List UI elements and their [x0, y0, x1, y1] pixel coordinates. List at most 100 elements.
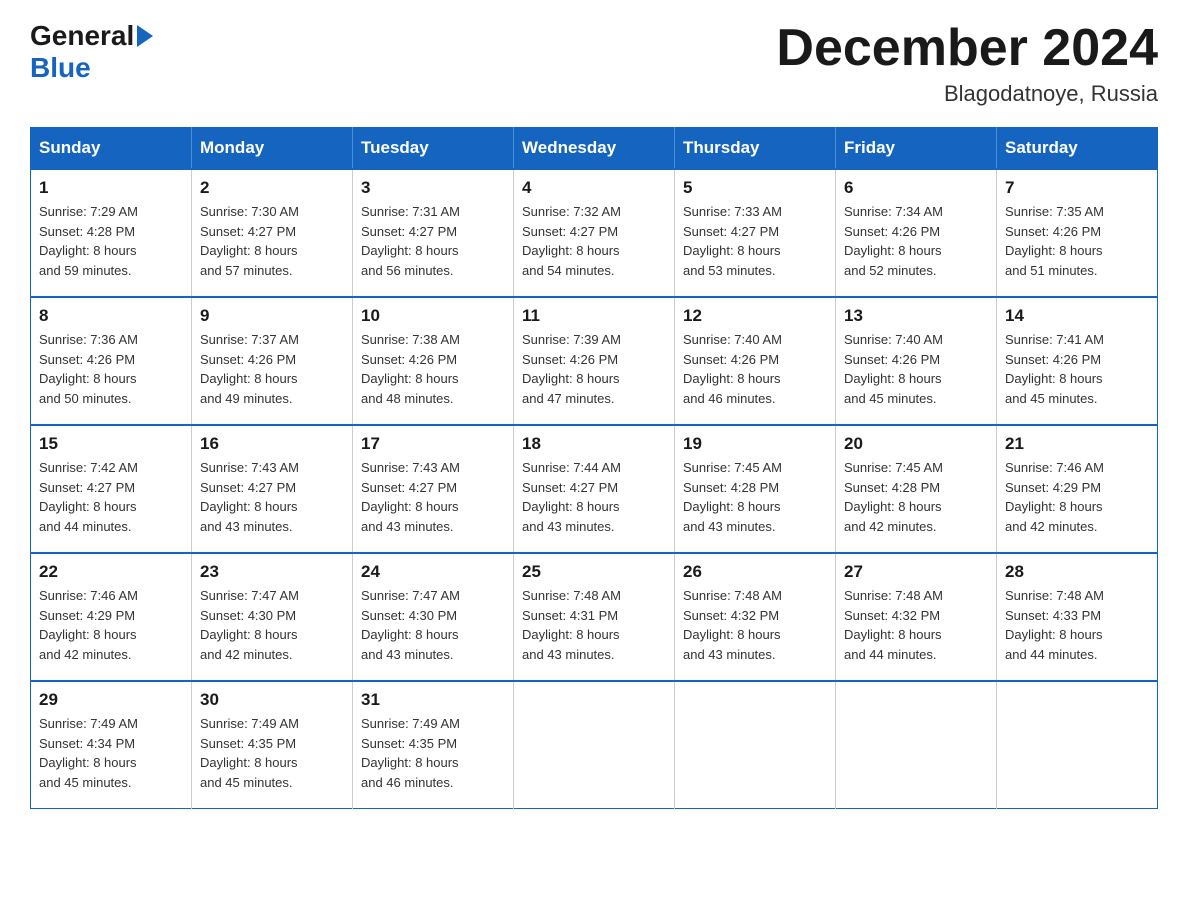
day-number: 14	[1005, 306, 1149, 326]
day-info: Sunrise: 7:30 AMSunset: 4:27 PMDaylight:…	[200, 202, 344, 280]
day-info: Sunrise: 7:47 AMSunset: 4:30 PMDaylight:…	[200, 586, 344, 664]
day-info: Sunrise: 7:47 AMSunset: 4:30 PMDaylight:…	[361, 586, 505, 664]
logo-arrow-icon	[137, 25, 153, 47]
day-info: Sunrise: 7:40 AMSunset: 4:26 PMDaylight:…	[683, 330, 827, 408]
calendar-week-1: 1Sunrise: 7:29 AMSunset: 4:28 PMDaylight…	[31, 169, 1158, 297]
calendar-cell: 10 Sunrise: 7:38 AMSunset: 4:26 PMDayligh…	[353, 297, 514, 425]
calendar-cell	[836, 681, 997, 809]
day-number: 10	[361, 306, 505, 326]
day-header-sunday: Sunday	[31, 128, 192, 170]
day-info: Sunrise: 7:43 AMSunset: 4:27 PMDaylight:…	[200, 458, 344, 536]
day-info: Sunrise: 7:49 AMSunset: 4:34 PMDaylight:…	[39, 714, 183, 792]
day-number: 3	[361, 178, 505, 198]
calendar-cell: 21 Sunrise: 7:46 AMSunset: 4:29 PMDayligh…	[997, 425, 1158, 553]
day-header-saturday: Saturday	[997, 128, 1158, 170]
day-info: Sunrise: 7:46 AMSunset: 4:29 PMDaylight:…	[39, 586, 183, 664]
day-number: 24	[361, 562, 505, 582]
day-info: Sunrise: 7:42 AMSunset: 4:27 PMDaylight:…	[39, 458, 183, 536]
day-info: Sunrise: 7:31 AMSunset: 4:27 PMDaylight:…	[361, 202, 505, 280]
day-number: 6	[844, 178, 988, 198]
day-number: 18	[522, 434, 666, 454]
day-header-thursday: Thursday	[675, 128, 836, 170]
day-info: Sunrise: 7:48 AMSunset: 4:32 PMDaylight:…	[844, 586, 988, 664]
day-number: 7	[1005, 178, 1149, 198]
calendar-cell: 8 Sunrise: 7:36 AMSunset: 4:26 PMDaylight…	[31, 297, 192, 425]
day-number: 28	[1005, 562, 1149, 582]
title-block: December 2024 Blagodatnoye, Russia	[776, 20, 1158, 107]
day-number: 11	[522, 306, 666, 326]
day-info: Sunrise: 7:38 AMSunset: 4:26 PMDaylight:…	[361, 330, 505, 408]
day-header-monday: Monday	[192, 128, 353, 170]
day-number: 21	[1005, 434, 1149, 454]
calendar-week-3: 15Sunrise: 7:42 AMSunset: 4:27 PMDayligh…	[31, 425, 1158, 553]
calendar-cell: 7Sunrise: 7:35 AMSunset: 4:26 PMDaylight…	[997, 169, 1158, 297]
calendar-cell: 2 Sunrise: 7:30 AMSunset: 4:27 PMDaylight…	[192, 169, 353, 297]
day-header-tuesday: Tuesday	[353, 128, 514, 170]
day-header-wednesday: Wednesday	[514, 128, 675, 170]
day-info: Sunrise: 7:39 AMSunset: 4:26 PMDaylight:…	[522, 330, 666, 408]
day-number: 20	[844, 434, 988, 454]
day-info: Sunrise: 7:45 AMSunset: 4:28 PMDaylight:…	[844, 458, 988, 536]
calendar-cell: 1Sunrise: 7:29 AMSunset: 4:28 PMDaylight…	[31, 169, 192, 297]
calendar-cell: 29Sunrise: 7:49 AMSunset: 4:34 PMDayligh…	[31, 681, 192, 809]
calendar-cell: 12 Sunrise: 7:40 AMSunset: 4:26 PMDayligh…	[675, 297, 836, 425]
logo: General Blue	[30, 20, 153, 84]
day-info: Sunrise: 7:40 AMSunset: 4:26 PMDaylight:…	[844, 330, 988, 408]
day-number: 5	[683, 178, 827, 198]
calendar-cell: 6 Sunrise: 7:34 AMSunset: 4:26 PMDaylight…	[836, 169, 997, 297]
day-info: Sunrise: 7:44 AMSunset: 4:27 PMDaylight:…	[522, 458, 666, 536]
calendar-cell: 18 Sunrise: 7:44 AMSunset: 4:27 PMDayligh…	[514, 425, 675, 553]
calendar-cell: 30Sunrise: 7:49 AMSunset: 4:35 PMDayligh…	[192, 681, 353, 809]
day-info: Sunrise: 7:46 AMSunset: 4:29 PMDaylight:…	[1005, 458, 1149, 536]
calendar-cell: 11 Sunrise: 7:39 AMSunset: 4:26 PMDayligh…	[514, 297, 675, 425]
logo-blue: Blue	[30, 52, 91, 84]
calendar-cell: 25Sunrise: 7:48 AMSunset: 4:31 PMDayligh…	[514, 553, 675, 681]
calendar-cell: 14 Sunrise: 7:41 AMSunset: 4:26 PMDayligh…	[997, 297, 1158, 425]
day-info: Sunrise: 7:34 AMSunset: 4:26 PMDaylight:…	[844, 202, 988, 280]
day-number: 2	[200, 178, 344, 198]
day-number: 4	[522, 178, 666, 198]
day-number: 25	[522, 562, 666, 582]
day-number: 8	[39, 306, 183, 326]
day-info: Sunrise: 7:41 AMSunset: 4:26 PMDaylight:…	[1005, 330, 1149, 408]
calendar-cell: 23 Sunrise: 7:47 AMSunset: 4:30 PMDayligh…	[192, 553, 353, 681]
day-number: 9	[200, 306, 344, 326]
calendar-week-2: 8 Sunrise: 7:36 AMSunset: 4:26 PMDaylight…	[31, 297, 1158, 425]
day-info: Sunrise: 7:45 AMSunset: 4:28 PMDaylight:…	[683, 458, 827, 536]
day-info: Sunrise: 7:36 AMSunset: 4:26 PMDaylight:…	[39, 330, 183, 408]
day-header-friday: Friday	[836, 128, 997, 170]
day-number: 17	[361, 434, 505, 454]
day-number: 13	[844, 306, 988, 326]
days-of-week-row: SundayMondayTuesdayWednesdayThursdayFrid…	[31, 128, 1158, 170]
calendar-cell	[514, 681, 675, 809]
day-info: Sunrise: 7:49 AMSunset: 4:35 PMDaylight:…	[200, 714, 344, 792]
day-number: 31	[361, 690, 505, 710]
day-info: Sunrise: 7:43 AMSunset: 4:27 PMDaylight:…	[361, 458, 505, 536]
calendar-cell: 22 Sunrise: 7:46 AMSunset: 4:29 PMDayligh…	[31, 553, 192, 681]
day-number: 23	[200, 562, 344, 582]
calendar-cell	[997, 681, 1158, 809]
day-number: 12	[683, 306, 827, 326]
day-number: 26	[683, 562, 827, 582]
calendar-cell	[675, 681, 836, 809]
day-info: Sunrise: 7:29 AMSunset: 4:28 PMDaylight:…	[39, 202, 183, 280]
calendar-body: 1Sunrise: 7:29 AMSunset: 4:28 PMDaylight…	[31, 169, 1158, 809]
logo-general: General	[30, 20, 134, 52]
calendar-cell: 31 Sunrise: 7:49 AMSunset: 4:35 PMDayligh…	[353, 681, 514, 809]
calendar-cell: 3 Sunrise: 7:31 AMSunset: 4:27 PMDaylight…	[353, 169, 514, 297]
day-info: Sunrise: 7:32 AMSunset: 4:27 PMDaylight:…	[522, 202, 666, 280]
calendar-cell: 28Sunrise: 7:48 AMSunset: 4:33 PMDayligh…	[997, 553, 1158, 681]
day-info: Sunrise: 7:37 AMSunset: 4:26 PMDaylight:…	[200, 330, 344, 408]
day-info: Sunrise: 7:49 AMSunset: 4:35 PMDaylight:…	[361, 714, 505, 792]
day-number: 19	[683, 434, 827, 454]
day-number: 22	[39, 562, 183, 582]
day-number: 27	[844, 562, 988, 582]
calendar-week-5: 29Sunrise: 7:49 AMSunset: 4:34 PMDayligh…	[31, 681, 1158, 809]
month-title: December 2024	[776, 20, 1158, 77]
calendar-cell: 5Sunrise: 7:33 AMSunset: 4:27 PMDaylight…	[675, 169, 836, 297]
calendar-cell: 4 Sunrise: 7:32 AMSunset: 4:27 PMDaylight…	[514, 169, 675, 297]
calendar-cell: 15Sunrise: 7:42 AMSunset: 4:27 PMDayligh…	[31, 425, 192, 553]
calendar-table: SundayMondayTuesdayWednesdayThursdayFrid…	[30, 127, 1158, 809]
calendar-cell: 27 Sunrise: 7:48 AMSunset: 4:32 PMDayligh…	[836, 553, 997, 681]
calendar-cell: 17 Sunrise: 7:43 AMSunset: 4:27 PMDayligh…	[353, 425, 514, 553]
